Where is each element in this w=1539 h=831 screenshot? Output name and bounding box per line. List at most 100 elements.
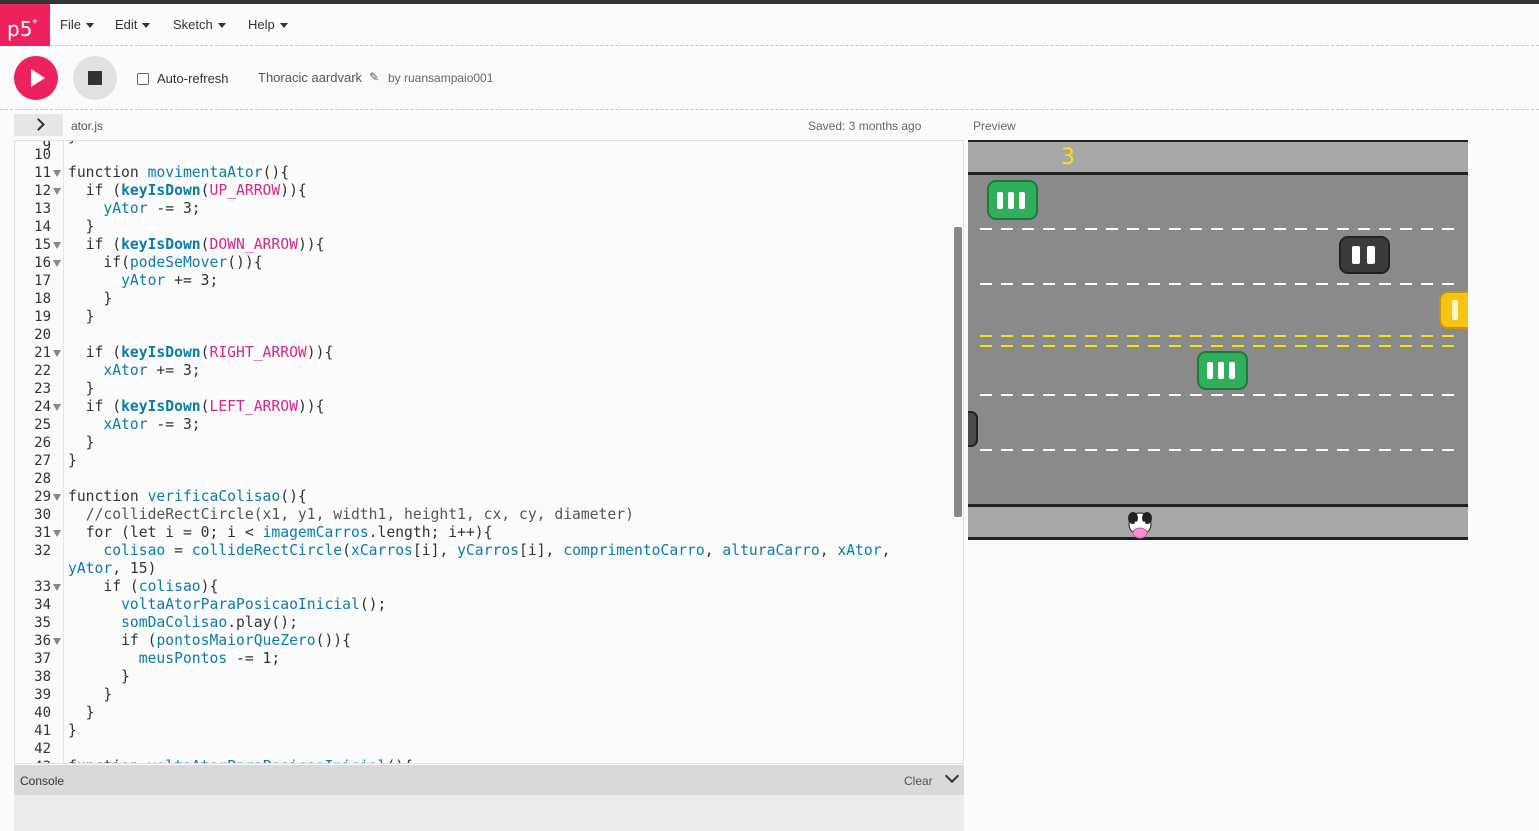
fold-arrow-icon[interactable] [53,584,61,591]
fold-arrow-icon[interactable] [53,638,61,645]
chevron-right-icon [32,118,45,131]
code-editor[interactable]: 9 10 11 12 13 14 15 16 17 18 19 20 21 22… [14,140,964,764]
line-number: 39 [34,687,51,703]
toolbar: Auto-refresh Thoracic aardvark ✎ by ruan… [0,46,1539,110]
menu-file-label: File [60,17,81,32]
line-number: 18 [34,291,51,307]
fold-arrow-icon[interactable] [53,242,61,249]
code-line[interactable]: function voltaAtorParaPosicaoInicial(){ [68,758,413,763]
bottom-sidewalk [968,506,1468,540]
menu-sketch[interactable]: Sketch [173,17,226,32]
sketch-author[interactable]: by ruansampaio001 [388,71,493,85]
sidebar-toggle-button[interactable] [14,114,63,136]
line-number: 22 [34,363,51,379]
fold-arrow-icon[interactable] [53,260,61,267]
file-name: ator.js [71,119,104,133]
code-line[interactable]: if (pontosMaiorQueZero()){ [68,632,351,650]
fold-arrow-icon[interactable] [53,170,61,177]
line-number: 20 [34,327,51,343]
code-line[interactable]: } [68,380,95,398]
logo-text: p5 [7,17,33,41]
console-header: Console Clear [14,765,964,795]
code-line[interactable]: colisao = collideRectCircle(xCarros[i], … [68,542,890,560]
code-line[interactable]: meusPontos -= 1; [68,650,281,668]
line-number: 36 [34,633,51,649]
console-clear-button[interactable]: Clear [904,774,933,788]
code-line[interactable]: yAtor, 15) [68,560,156,578]
line-number: 38 [34,669,51,685]
line-number: 11 [34,165,51,181]
code-line[interactable]: if(podeSeMover()){ [68,254,262,272]
code-line[interactable]: } [68,668,130,686]
code-line[interactable]: if (colisao){ [68,578,218,596]
line-number: 41 [34,723,51,739]
line-number: 21 [34,345,51,361]
line-number: 33 [34,579,51,595]
line-number: 15 [34,237,51,253]
code-line[interactable]: } [68,704,95,722]
logo-mark: * [32,18,38,29]
code-line[interactable]: } [68,308,95,326]
line-number: 10 [34,147,51,163]
code-line[interactable]: for (let i = 0; i < imagemCarros.length;… [68,524,493,542]
line-number: 14 [34,219,51,235]
code-line[interactable]: if (keyIsDown(DOWN_ARROW)){ [68,236,325,254]
code-line[interactable]: } [68,218,95,236]
code-line[interactable]: yAtor += 3; [68,272,218,290]
menu-help[interactable]: Help [248,17,288,32]
code-line[interactable]: yAtor -= 3; [68,200,200,218]
code-line[interactable]: if (keyIsDown(RIGHT_ARROW)){ [68,344,334,362]
chevron-down-icon [85,23,94,28]
line-number: 37 [34,651,51,667]
fold-arrow-icon[interactable] [53,530,61,537]
menu-edit[interactable]: Edit [115,17,151,32]
code-line[interactable]: } [68,290,112,308]
code-line[interactable]: //collideRectCircle(x1, y1, width1, heig… [68,506,634,524]
line-number: 32 [34,543,51,559]
chevron-down-icon[interactable] [944,768,960,784]
line-number: 13 [34,201,51,217]
code-line[interactable]: voltaAtorParaPosicaoInicial(); [68,596,386,614]
code-line[interactable]: somDaColisao.play(); [68,614,298,632]
code-line[interactable]: } [68,722,77,740]
menu-help-label: Help [248,17,275,32]
code-line[interactable]: function movimentaAtor(){ [68,164,289,182]
nav-bar: p5* File Edit Sketch Help [0,4,1539,46]
code-line[interactable]: if (keyIsDown(UP_ARROW)){ [68,182,307,200]
fold-arrow-icon[interactable] [53,188,61,195]
play-button[interactable] [14,56,58,100]
fold-arrow-icon[interactable] [53,350,61,357]
stop-button[interactable] [73,56,117,100]
line-number: 12 [34,183,51,199]
line-number: 29 [34,489,51,505]
auto-refresh-label[interactable]: Auto-refresh [157,71,229,86]
code-line[interactable]: } [68,141,77,146]
code-line[interactable]: if (keyIsDown(LEFT_ARROW)){ [68,398,325,416]
sidewalk-edge [968,140,1468,142]
console-label: Console [20,774,65,788]
line-number-gutter: 9 10 11 12 13 14 15 16 17 18 19 20 21 22… [15,141,64,763]
fold-arrow-icon[interactable] [53,494,61,501]
menu-file[interactable]: File [60,17,94,32]
line-number: 28 [34,471,51,487]
code-line[interactable]: } [68,686,112,704]
code-line[interactable]: } [68,434,95,452]
pencil-icon[interactable]: ✎ [369,70,379,84]
sketch-name[interactable]: Thoracic aardvark [258,70,362,85]
auto-refresh-checkbox[interactable] [137,73,149,85]
fold-arrow-icon[interactable] [53,404,61,411]
code-line[interactable]: function verificaColisao(){ [68,488,307,506]
code-line[interactable]: xAtor += 3; [68,362,200,380]
line-number: 35 [34,615,51,631]
editor-scrollbar[interactable] [954,227,962,517]
game-canvas [955,140,1477,540]
p5-logo[interactable]: p5* [0,4,50,46]
preview-canvas[interactable] [955,140,1477,540]
line-number: 19 [34,309,51,325]
menu-edit-label: Edit [115,17,138,32]
car-green [987,180,1038,220]
line-number: 23 [34,381,51,397]
code-line[interactable]: } [68,452,77,470]
code-line[interactable]: xAtor -= 3; [68,416,200,434]
line-number: 42 [34,741,51,757]
